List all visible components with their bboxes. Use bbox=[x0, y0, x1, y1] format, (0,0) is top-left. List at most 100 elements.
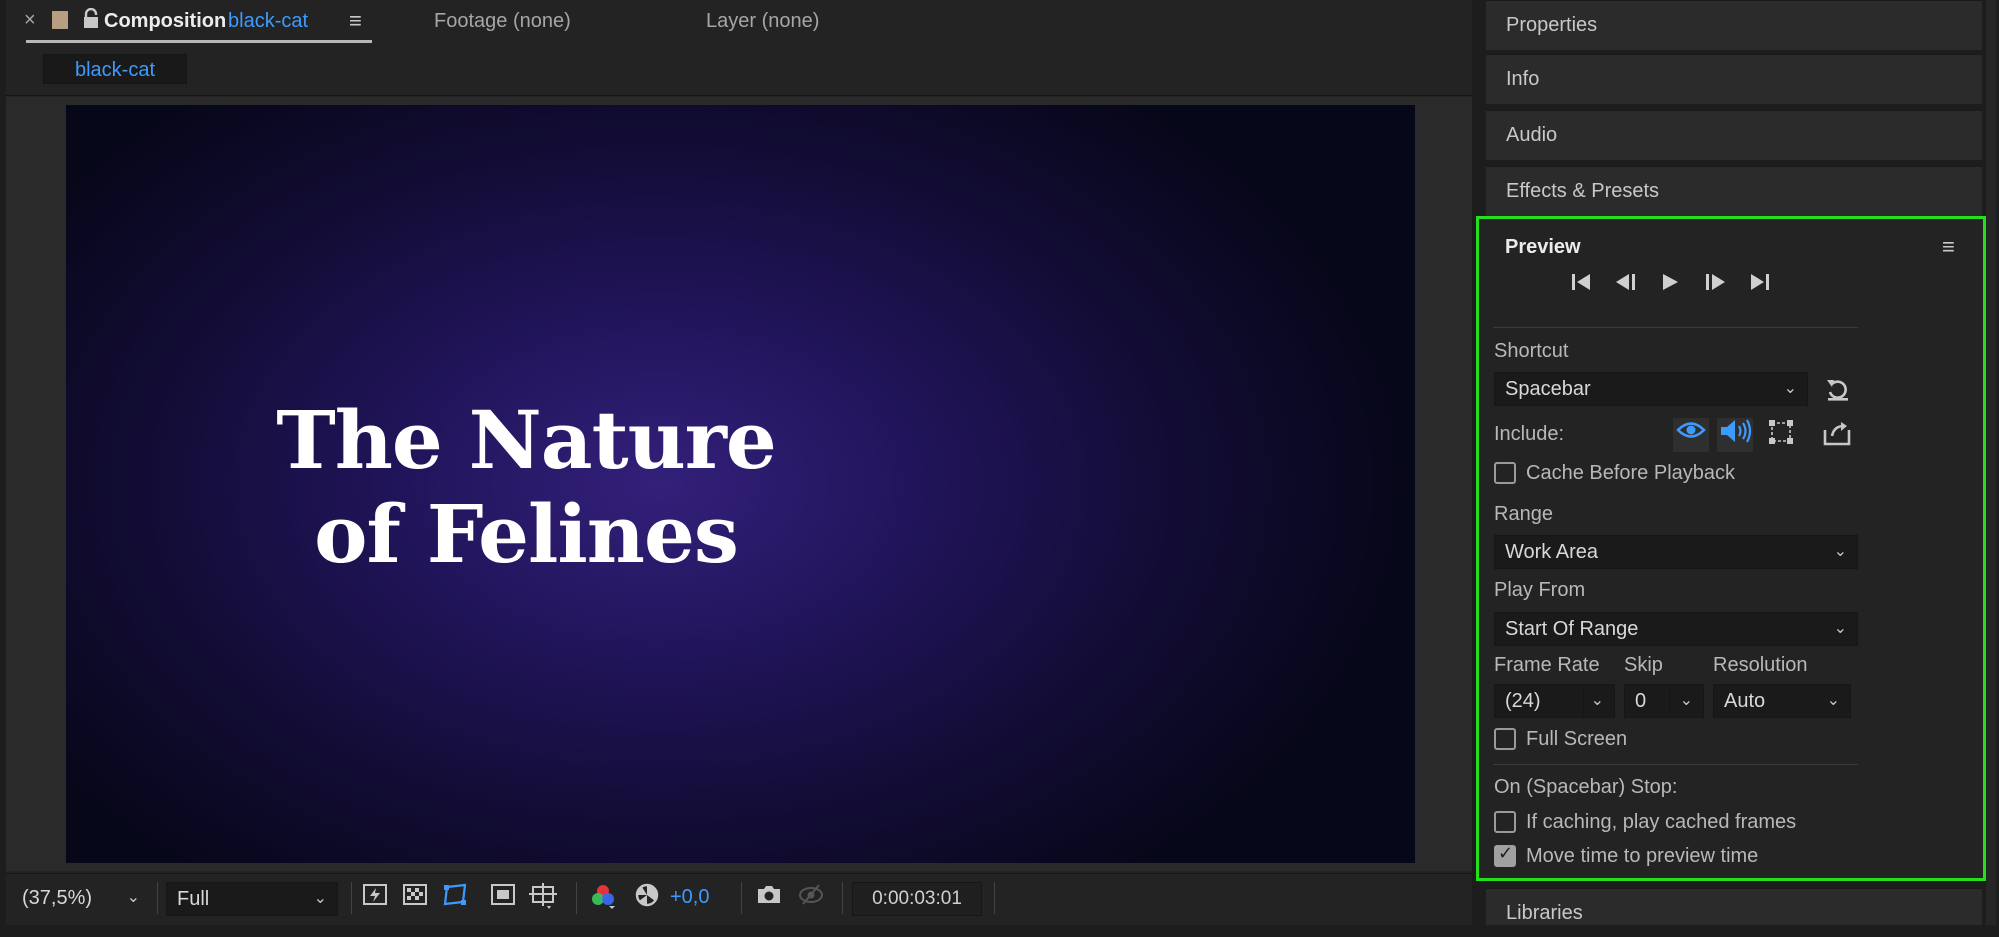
export-icon[interactable] bbox=[1822, 420, 1852, 448]
chevron-down-icon: ⌄ bbox=[1833, 620, 1847, 637]
panel-menu-icon[interactable]: ≡ bbox=[349, 8, 362, 34]
canvas-title-line-1: The Nature bbox=[276, 393, 777, 487]
include-audio-speaker-icon[interactable] bbox=[1717, 418, 1753, 452]
play-from-value: Start Of Range bbox=[1505, 618, 1639, 640]
skip-label: Skip bbox=[1624, 654, 1663, 676]
range-label: Range bbox=[1494, 503, 1553, 525]
effects-presets-panel-header[interactable]: Effects & Presets bbox=[1486, 166, 1982, 216]
first-frame-icon[interactable] bbox=[1564, 270, 1598, 300]
lock-icon[interactable] bbox=[82, 7, 100, 30]
properties-panel-header[interactable]: Properties bbox=[1486, 0, 1982, 50]
on-stop-label: On (Spacebar) Stop: bbox=[1494, 776, 1678, 798]
play-from-dropdown[interactable]: Start Of Range ⌄ bbox=[1494, 612, 1858, 646]
canvas-title-text: The Nature of Felines bbox=[66, 393, 986, 581]
shortcut-label: Shortcut bbox=[1494, 340, 1569, 362]
skip-value: 0 bbox=[1635, 690, 1647, 712]
dropdown-divider bbox=[1669, 685, 1670, 717]
current-time-display[interactable]: 0:00:03:01 bbox=[852, 882, 982, 916]
info-panel-header[interactable]: Info bbox=[1486, 54, 1982, 104]
composition-subtab[interactable]: black-cat bbox=[43, 54, 187, 84]
close-tab-icon[interactable]: × bbox=[24, 9, 36, 32]
zoom-dropdown[interactable]: (37,5%) ⌄ bbox=[12, 882, 150, 916]
include-video-eye-icon[interactable] bbox=[1673, 418, 1709, 452]
resolution-dropdown-preview[interactable]: Auto ⌄ bbox=[1713, 684, 1851, 718]
camera-snapshot-icon[interactable] bbox=[754, 882, 784, 912]
exposure-value[interactable]: +0,0 bbox=[670, 886, 709, 909]
properties-panel-title: Properties bbox=[1506, 14, 1598, 36]
frame-rate-dropdown[interactable]: (24) ⌄ bbox=[1494, 684, 1615, 718]
if-caching-checkbox[interactable] bbox=[1494, 811, 1516, 833]
chevron-down-icon: ⌄ bbox=[1590, 692, 1604, 709]
preview-panel-title: Preview bbox=[1505, 236, 1581, 258]
color-management-icon[interactable] bbox=[632, 882, 662, 912]
previous-frame-icon[interactable] bbox=[1609, 270, 1643, 300]
chevron-down-icon: ⌄ bbox=[313, 890, 327, 907]
skip-dropdown[interactable]: 0 ⌄ bbox=[1624, 684, 1704, 718]
range-value: Work Area bbox=[1505, 541, 1598, 563]
active-tab-underline bbox=[26, 40, 372, 43]
move-time-label: Move time to preview time bbox=[1526, 845, 1759, 867]
divider bbox=[1493, 327, 1858, 328]
resolution-label: Resolution bbox=[1713, 654, 1808, 676]
next-frame-icon[interactable] bbox=[1698, 270, 1732, 300]
libraries-panel-header[interactable]: Libraries bbox=[1486, 888, 1982, 925]
toolbar-divider bbox=[576, 882, 577, 914]
canvas-title-line-2: of Felines bbox=[314, 487, 739, 581]
composition-tab-name[interactable]: black-cat bbox=[228, 10, 308, 33]
toolbar-divider bbox=[157, 882, 158, 914]
composition-navigator-bar: black-cat bbox=[6, 44, 1472, 96]
shortcut-value: Spacebar bbox=[1505, 378, 1591, 400]
chevron-down-icon: ⌄ bbox=[1833, 543, 1847, 560]
channel-rgb-icon[interactable] bbox=[588, 882, 618, 912]
fast-previews-icon[interactable] bbox=[360, 882, 390, 912]
footage-tab[interactable]: Footage (none) bbox=[434, 10, 571, 33]
effects-presets-panel-title: Effects & Presets bbox=[1506, 180, 1660, 202]
full-screen-checkbox[interactable] bbox=[1494, 728, 1516, 750]
timecode-value: 0:00:03:01 bbox=[872, 888, 962, 909]
move-time-checkbox[interactable] bbox=[1494, 843, 1516, 867]
resolution-value: Full bbox=[177, 888, 210, 910]
audio-panel-title: Audio bbox=[1506, 124, 1558, 146]
dropdown-divider bbox=[1583, 685, 1584, 717]
chevron-down-icon: ⌄ bbox=[1783, 380, 1797, 397]
frame-rate-value: (24) bbox=[1505, 690, 1541, 712]
include-label: Include: bbox=[1494, 423, 1565, 445]
composition-tab-label[interactable]: Composition bbox=[104, 10, 226, 33]
last-frame-icon[interactable] bbox=[1743, 270, 1777, 300]
layer-tab[interactable]: Layer (none) bbox=[706, 10, 819, 33]
chevron-down-icon: ⌄ bbox=[1826, 692, 1840, 709]
grid-guides-icon[interactable] bbox=[528, 882, 558, 912]
divider bbox=[1493, 764, 1858, 765]
show-snapshot-icon[interactable] bbox=[796, 882, 826, 912]
toolbar-divider bbox=[741, 882, 742, 914]
audio-panel-header[interactable]: Audio bbox=[1486, 110, 1982, 160]
transparency-grid-icon[interactable] bbox=[400, 882, 430, 912]
preview-panel-menu-icon[interactable]: ≡ bbox=[1942, 234, 1955, 260]
play-icon[interactable] bbox=[1653, 270, 1687, 300]
composition-panel: × Composition black-cat ≡ Footage (none)… bbox=[6, 0, 1472, 925]
composition-tab-bar: × Composition black-cat ≡ Footage (none)… bbox=[6, 0, 1472, 44]
if-caching-label: If caching, play cached frames bbox=[1526, 811, 1797, 833]
zoom-value: (37,5%) bbox=[22, 887, 93, 909]
cache-before-playback-label: Cache Before Playback bbox=[1526, 462, 1736, 484]
viewer-toolbar: (37,5%) ⌄ Full ⌄ +0,0 0:00:03:01 bbox=[6, 873, 1472, 925]
include-overlays-icon[interactable] bbox=[1763, 418, 1799, 452]
region-of-interest-icon[interactable] bbox=[488, 882, 518, 912]
resolution-value-preview: Auto bbox=[1724, 690, 1766, 712]
label-color-swatch[interactable] bbox=[52, 11, 68, 29]
range-dropdown[interactable]: Work Area ⌄ bbox=[1494, 535, 1858, 569]
info-panel-title: Info bbox=[1506, 68, 1540, 90]
composition-canvas[interactable]: The Nature of Felines bbox=[66, 105, 1415, 863]
full-screen-label: Full Screen bbox=[1526, 728, 1628, 750]
panel-scrollbar[interactable] bbox=[1986, 0, 1996, 925]
shortcut-dropdown[interactable]: Spacebar ⌄ bbox=[1494, 372, 1808, 406]
cache-before-playback-checkbox[interactable] bbox=[1494, 462, 1516, 484]
mask-visibility-icon[interactable] bbox=[440, 882, 470, 912]
toolbar-divider bbox=[351, 882, 352, 914]
toolbar-divider bbox=[994, 882, 995, 914]
reset-icon[interactable] bbox=[1824, 376, 1852, 404]
libraries-panel-title: Libraries bbox=[1506, 902, 1583, 924]
toolbar-divider bbox=[842, 882, 843, 914]
resolution-dropdown[interactable]: Full ⌄ bbox=[166, 882, 338, 916]
chevron-down-icon: ⌄ bbox=[126, 889, 140, 906]
